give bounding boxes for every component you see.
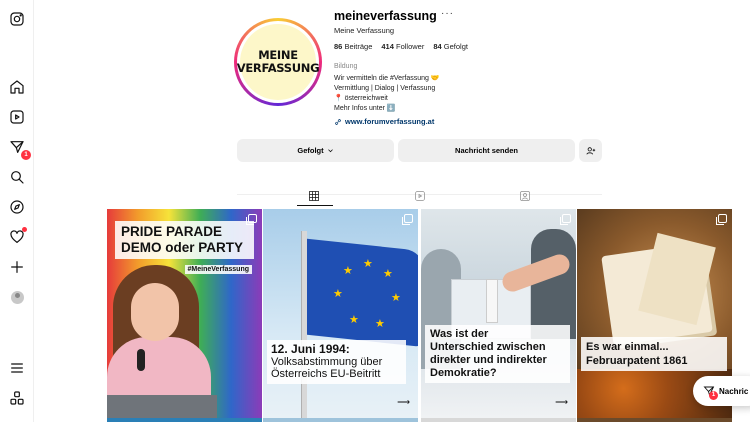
active-tab-indicator xyxy=(297,205,333,206)
carousel-icon xyxy=(402,214,413,225)
messages-pill-label: Nachric xyxy=(719,386,749,396)
profile-name: Meine Verfassung xyxy=(334,26,395,35)
post-caption: Es war einmal... Februarpatent 1861 xyxy=(581,337,727,371)
messages-icon[interactable]: 1 xyxy=(8,138,31,160)
followers-stat[interactable]: 414 Follower xyxy=(381,42,424,51)
profile-avatar[interactable]: MEINE VERFASSUNG xyxy=(234,18,322,106)
left-nav-rail: 1 xyxy=(0,0,34,422)
chevron-down-icon xyxy=(327,149,333,153)
posts-stat: 86 Beiträge xyxy=(334,42,373,51)
notification-dot xyxy=(22,227,27,232)
send-message-button[interactable]: Nachricht senden xyxy=(398,139,575,162)
post-caption: Was ist der Unterschied zwischen direkte… xyxy=(425,325,570,383)
grid-icon xyxy=(309,191,319,201)
messages-pill-badge: 1 xyxy=(709,391,718,400)
bio-line: Vermittlung | Dialog | Verfassung xyxy=(334,85,436,92)
carousel-icon xyxy=(246,214,257,225)
bio-line: Mehr Infos unter ⬇️ xyxy=(334,105,396,112)
messages-floating-button[interactable]: 1 Nachric xyxy=(693,376,750,406)
tab-reels[interactable] xyxy=(413,189,427,203)
profile-logo: MEINE VERFASSUNG xyxy=(237,24,320,100)
microphone-image xyxy=(137,349,145,371)
profile-website-link[interactable]: www.forumverfassung.at xyxy=(334,117,434,126)
post-caption: 12. Juni 1994: Volksabstimmung über Öste… xyxy=(267,340,406,384)
reels-icon[interactable] xyxy=(8,108,26,126)
following-button-label: Gefolgt xyxy=(297,146,324,155)
search-icon[interactable] xyxy=(8,168,26,186)
following-button[interactable]: Gefolgt xyxy=(237,139,394,162)
next-row-preview xyxy=(263,418,418,422)
send-message-label: Nachricht senden xyxy=(455,146,518,155)
instagram-logo-icon[interactable] xyxy=(8,10,26,28)
create-plus-icon[interactable] xyxy=(8,258,26,276)
next-row-preview xyxy=(577,418,732,422)
profile-handle: meineverfassung xyxy=(334,9,437,23)
menu-hamburger-icon[interactable] xyxy=(8,359,26,377)
arrow-right-icon: ⟶ xyxy=(555,397,568,407)
tab-tagged[interactable] xyxy=(518,189,532,203)
carousel-icon xyxy=(560,214,571,225)
following-stat[interactable]: 84 Gefolgt xyxy=(433,42,468,51)
reels-tab-icon xyxy=(415,191,425,201)
next-row-preview xyxy=(107,418,262,422)
post-tile[interactable]: PRIDE PARADE DEMO oder PARTY #MeineVerfa… xyxy=(107,209,262,418)
eu-flag-image xyxy=(307,238,418,348)
explore-compass-icon[interactable] xyxy=(8,198,26,216)
bio-line: Wir vermitteln die #Verfassung 🤝 xyxy=(334,75,440,82)
home-icon[interactable] xyxy=(8,78,26,96)
profile-stats: 86 Beiträge 414 Follower 84 Gefolgt xyxy=(334,42,468,51)
suggested-users-button[interactable] xyxy=(579,139,602,162)
logo-line-2: VERFASSUNG xyxy=(236,61,320,75)
post-hashtag: #MeineVerfassung xyxy=(184,265,252,274)
tab-posts-grid[interactable] xyxy=(307,189,321,203)
messages-badge: 1 xyxy=(21,150,31,160)
post-caption: PRIDE PARADE DEMO oder PARTY xyxy=(115,221,254,259)
profile-bio: Wir vermitteln die #Verfassung 🤝 Vermitt… xyxy=(334,74,440,114)
post-tile[interactable]: ★ ★ ★ ★ ★ ★ ★ 12. Juni 1994: Volksabstim… xyxy=(263,209,418,418)
more-options-icon[interactable]: ··· xyxy=(441,8,454,19)
profile-avatar-icon[interactable] xyxy=(8,288,26,306)
carousel-icon xyxy=(716,214,727,225)
post-tile[interactable]: Was ist der Unterschied zwischen direkte… xyxy=(421,209,576,418)
website-text: www.forumverfassung.at xyxy=(345,117,435,126)
profile-category: Bildung xyxy=(334,63,358,70)
add-person-icon xyxy=(585,146,595,155)
next-row-preview xyxy=(421,418,576,422)
threads-apps-icon[interactable] xyxy=(8,389,26,407)
bio-line: 📍 österreichweit xyxy=(334,95,388,102)
tagged-person-icon xyxy=(520,191,530,201)
arrow-right-icon: ⟶ xyxy=(397,397,410,407)
link-icon xyxy=(335,118,341,125)
heart-notifications-icon[interactable] xyxy=(8,227,27,246)
